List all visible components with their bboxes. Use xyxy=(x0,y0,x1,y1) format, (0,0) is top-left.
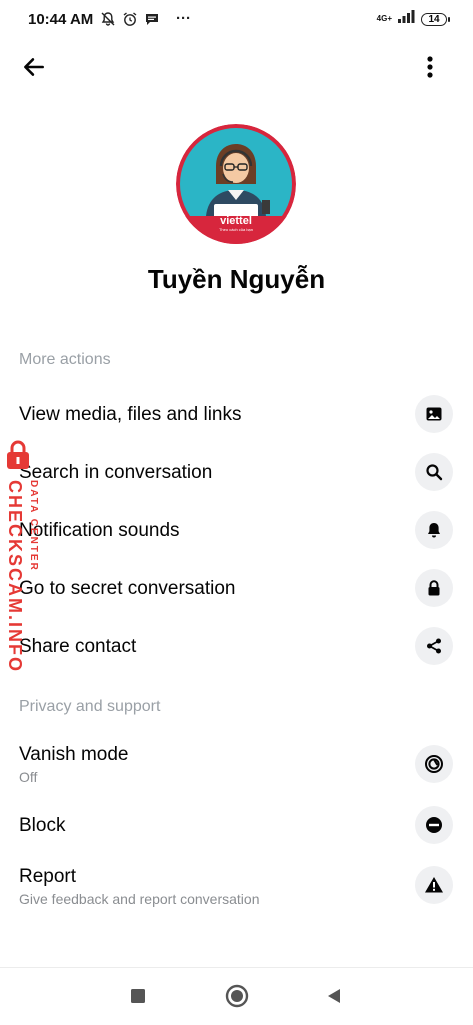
back-triangle-icon xyxy=(328,989,340,1003)
row-sublabel: Off xyxy=(19,769,38,785)
network-label: 4G+ xyxy=(376,14,392,23)
avatar-tagline-text: Theo cách của bạn xyxy=(219,227,253,232)
mute-bell-icon xyxy=(100,11,116,27)
view-media-row[interactable]: View media, files and links xyxy=(0,394,473,434)
system-nav-bar xyxy=(0,967,473,1025)
section-title-privacy-support: Privacy and support xyxy=(19,698,161,715)
report-row[interactable]: Report Give feedback and report conversa… xyxy=(0,862,473,912)
notification-sounds-row[interactable]: Notification sounds xyxy=(0,510,473,550)
lock-icon xyxy=(415,569,453,607)
battery-icon: 14 xyxy=(421,12,450,26)
recents-button[interactable] xyxy=(122,980,154,1012)
status-bar: 10:44 AM ··· 4G+ 14 xyxy=(0,0,473,40)
profile-name: Tuyền Nguyễn xyxy=(147,264,326,294)
row-label: Search in conversation xyxy=(19,462,213,483)
row-label: Block xyxy=(19,815,66,836)
search-icon xyxy=(415,453,453,491)
block-icon xyxy=(415,806,453,844)
block-row[interactable]: Block xyxy=(0,805,473,845)
vanish-icon xyxy=(415,745,453,783)
search-conversation-row[interactable]: Search in conversation xyxy=(0,452,473,492)
avatar[interactable]: viettel Theo cách của bạn xyxy=(176,124,296,244)
alarm-icon xyxy=(122,11,138,27)
row-label: Report xyxy=(19,866,77,887)
home-circle-icon xyxy=(225,984,249,1008)
image-icon xyxy=(415,395,453,433)
signal-icon xyxy=(398,10,415,28)
row-label: Share contact xyxy=(19,636,137,657)
section-title-more-actions: More actions xyxy=(19,351,111,368)
row-sublabel: Give feedback and report conversation xyxy=(19,891,260,907)
bell-icon xyxy=(415,511,453,549)
back-button[interactable] xyxy=(18,51,50,83)
row-label: Notification sounds xyxy=(19,520,180,541)
avatar-brand-text: viettel xyxy=(220,215,252,227)
home-button[interactable] xyxy=(221,980,253,1012)
arrow-left-icon xyxy=(24,58,44,76)
share-icon xyxy=(415,627,453,665)
status-notification-icons: ··· xyxy=(100,10,191,27)
share-contact-row[interactable]: Share contact xyxy=(0,626,473,666)
vertical-dots-icon xyxy=(427,56,433,78)
more-options-button[interactable] xyxy=(414,51,446,83)
recents-square-icon xyxy=(131,989,145,1003)
message-icon xyxy=(144,11,160,27)
row-label: View media, files and links xyxy=(19,404,242,425)
status-time: 10:44 AM xyxy=(28,11,94,28)
battery-level: 14 xyxy=(428,13,440,25)
back-nav-button[interactable] xyxy=(318,980,350,1012)
more-notifications-dots: ··· xyxy=(176,10,191,27)
row-label: Go to secret conversation xyxy=(19,578,236,599)
row-label: Vanish mode xyxy=(19,744,129,765)
vanish-mode-row[interactable]: Vanish mode Off xyxy=(0,740,473,788)
status-system-icons: 4G+ 14 xyxy=(376,10,450,28)
secret-conversation-row[interactable]: Go to secret conversation xyxy=(0,568,473,608)
warning-icon xyxy=(415,866,453,904)
